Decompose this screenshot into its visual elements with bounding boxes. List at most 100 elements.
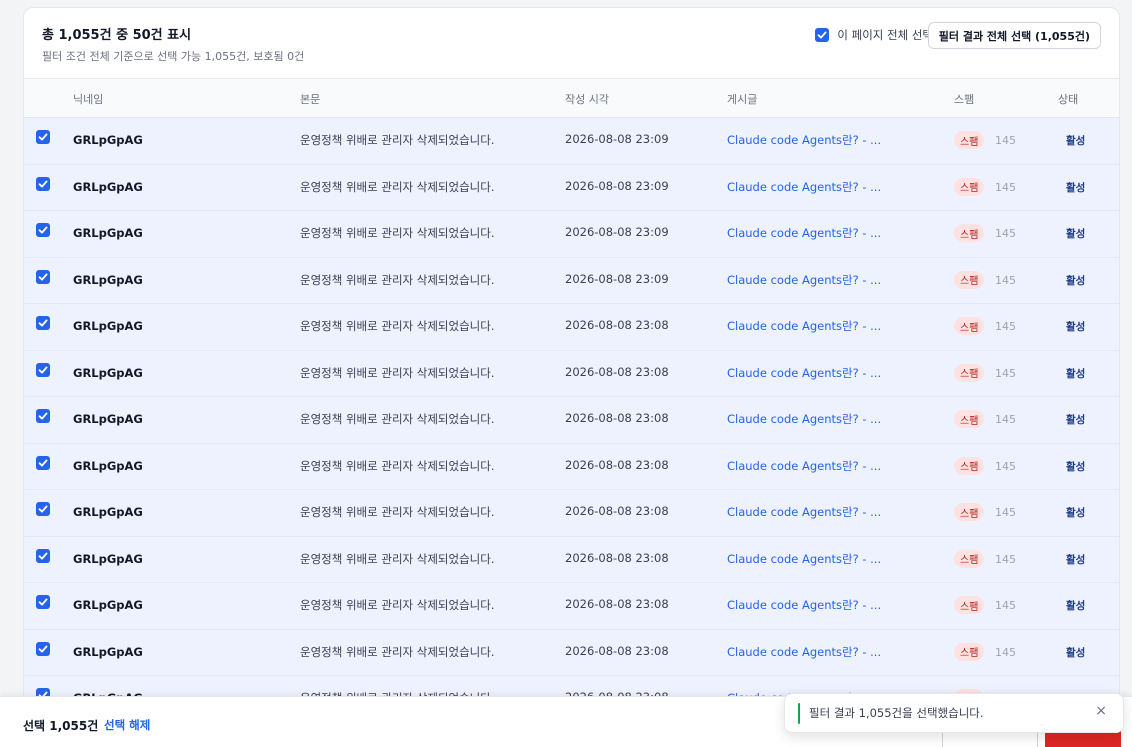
row-nickname: GRLpGpAG — [73, 458, 143, 473]
spam-score: 145 — [995, 180, 1016, 194]
row-time: 2026-08-08 23:08 — [565, 364, 669, 379]
row-post-link[interactable]: Claude code Agents란? - ... — [727, 644, 881, 660]
row-time: 2026-08-08 23:08 — [565, 550, 669, 565]
spam-badge: 스팸 — [954, 317, 985, 335]
spam-score: 145 — [995, 273, 1016, 287]
table-row[interactable]: GRLpGpAG 운영정책 위배로 관리자 삭제되었습니다. 2026-08-08 … — [24, 397, 1119, 444]
status-badge: 활성 — [1066, 181, 1086, 194]
page-select-all-checkbox[interactable]: 이 페이지 전체 선택 — [815, 27, 933, 43]
row-post-link[interactable]: Claude code Agents란? - ... — [727, 365, 881, 381]
spam-badge: 스팸 — [954, 410, 985, 428]
table-row[interactable]: GRLpGpAG 운영정책 위배로 관리자 삭제되었습니다. 2026-08-08 … — [24, 350, 1119, 397]
row-post-link[interactable]: Claude code Agents란? - ... — [727, 411, 881, 427]
row-body: 운영정책 위배로 관리자 삭제되었습니다. — [300, 272, 495, 287]
spam-score: 145 — [995, 552, 1016, 566]
table-row[interactable]: GRLpGpAG 운영정책 위배로 관리자 삭제되었습니다. 2026-08-08 … — [24, 164, 1119, 211]
row-body: 운영정책 위배로 관리자 삭제되었습니다. — [300, 412, 495, 426]
status-badge: 활성 — [1066, 553, 1086, 566]
checkbox-checked-icon[interactable] — [36, 595, 50, 609]
toast-notification: 필터 결과 1,055건을 선택했습니다. × — [784, 693, 1124, 733]
spam-score: 145 — [995, 320, 1016, 333]
row-nickname: GRLpGpAG — [73, 179, 143, 194]
column-header-body[interactable]: 본문 — [300, 91, 320, 107]
close-icon[interactable]: × — [1095, 704, 1107, 718]
status-badge: 활성 — [1066, 367, 1086, 380]
checkbox-checked-icon[interactable] — [36, 502, 50, 516]
row-body: 운영정책 위배로 관리자 삭제되었습니다. — [300, 319, 495, 333]
table-row[interactable]: GRLpGpAG 운영정책 위배로 관리자 삭제되었습니다. 2026-08-08 … — [24, 118, 1119, 165]
row-nickname: GRLpGpAG — [73, 319, 143, 333]
column-header-nickname[interactable]: 닉네임 — [73, 91, 103, 107]
clear-selection-button[interactable]: 선택 해제 — [104, 717, 150, 733]
select-all-results-button[interactable]: 필터 결과 전체 선택 (1,055건) — [927, 22, 1101, 49]
card-header: 총 1,055건 중 50건 표시 필터 조건 전체 기준으로 선택 가능 1,… — [24, 8, 1119, 79]
row-body: 운영정책 위배로 관리자 삭제되었습니다. — [300, 644, 495, 659]
spam-score: 145 — [995, 227, 1016, 240]
table-row[interactable]: GRLpGpAG 운영정책 위배로 관리자 삭제되었습니다. 2026-08-08 … — [24, 304, 1119, 351]
checkbox-checked-icon[interactable] — [36, 176, 50, 191]
column-header-spam[interactable]: 스팸 — [954, 91, 974, 107]
checkbox-checked-icon[interactable] — [815, 28, 830, 42]
row-body: 운영정책 위배로 관리자 삭제되었습니다. — [300, 505, 495, 519]
selected-count: 선택 1,055건 — [23, 719, 99, 733]
table-row[interactable]: GRLpGpAG 운영정책 위배로 관리자 삭제되었습니다. 2026-08-08 … — [24, 536, 1119, 583]
row-post-link[interactable]: Claude code Agents란? - ... — [727, 458, 881, 474]
row-nickname: GRLpGpAG — [73, 412, 143, 426]
checkbox-checked-icon[interactable] — [36, 548, 50, 563]
spam-badge: 스팸 — [954, 270, 985, 289]
row-time: 2026-08-08 23:08 — [565, 597, 669, 611]
column-header-time[interactable]: 작성 시각 — [565, 91, 609, 107]
checkbox-checked-icon[interactable] — [36, 269, 50, 284]
row-time: 2026-08-08 23:08 — [565, 643, 669, 658]
row-post-link[interactable]: Claude code Agents란? - ... — [727, 179, 881, 195]
spam-score: 145 — [995, 645, 1016, 659]
checkbox-checked-icon[interactable] — [36, 316, 50, 330]
table-row[interactable]: GRLpGpAG 운영정책 위배로 관리자 삭제되었습니다. 2026-08-08 … — [24, 583, 1119, 630]
row-body: 운영정책 위배로 관리자 삭제되었습니다. — [300, 598, 495, 612]
spam-score: 145 — [995, 599, 1016, 612]
row-nickname: GRLpGpAG — [73, 644, 143, 659]
page-select-all-label: 이 페이지 전체 선택 — [837, 28, 933, 42]
row-nickname: GRLpGpAG — [73, 598, 143, 612]
row-body: 운영정책 위배로 관리자 삭제되었습니다. — [300, 458, 495, 473]
status-badge: 활성 — [1066, 507, 1086, 519]
spam-score: 145 — [995, 459, 1016, 473]
table-row[interactable]: GRLpGpAG 운영정책 위배로 관리자 삭제되었습니다. 2026-08-08 … — [24, 629, 1119, 676]
row-nickname: GRLpGpAG — [73, 133, 143, 147]
table-row[interactable]: GRLpGpAG 운영정책 위배로 관리자 삭제되었습니다. 2026-08-08 … — [24, 211, 1119, 258]
table-row[interactable]: GRLpGpAG 운영정책 위배로 관리자 삭제되었습니다. 2026-08-08 … — [24, 443, 1119, 490]
checkbox-checked-icon[interactable] — [36, 409, 50, 423]
checkbox-checked-icon[interactable] — [36, 223, 50, 237]
row-post-link[interactable]: Claude code Agents란? - ... — [727, 318, 881, 334]
row-time: 2026-08-08 23:08 — [565, 411, 669, 425]
checkbox-checked-icon[interactable] — [36, 362, 50, 377]
spam-badge: 스팸 — [954, 131, 985, 149]
row-post-link[interactable]: Claude code Agents란? - ... — [727, 225, 881, 241]
row-post-link[interactable]: Claude code Agents란? - ... — [727, 504, 881, 520]
row-nickname: GRLpGpAG — [73, 272, 143, 287]
spam-badge: 스팸 — [954, 503, 985, 521]
checkbox-checked-icon[interactable] — [36, 455, 50, 470]
row-nickname: GRLpGpAG — [73, 505, 143, 519]
table-row[interactable]: GRLpGpAG 운영정책 위배로 관리자 삭제되었습니다. 2026-08-08 … — [24, 257, 1119, 304]
spam-score: 145 — [995, 134, 1016, 147]
row-time: 2026-08-08 23:08 — [565, 504, 669, 518]
row-post-link[interactable]: Claude code Agents란? - ... — [727, 597, 881, 613]
spam-score: 145 — [995, 366, 1016, 380]
row-time: 2026-08-08 23:09 — [565, 225, 669, 239]
status-badge: 활성 — [1066, 414, 1086, 426]
row-time: 2026-08-08 23:09 — [565, 271, 669, 286]
spam-badge: 스팸 — [954, 177, 985, 196]
row-post-link[interactable]: Claude code Agents란? - ... — [727, 272, 881, 288]
row-nickname: GRLpGpAG — [73, 226, 143, 240]
checkbox-checked-icon[interactable] — [36, 641, 50, 656]
spam-badge: 스팸 — [954, 363, 985, 382]
row-post-link[interactable]: Claude code Agents란? - ... — [727, 551, 881, 567]
column-header-status[interactable]: 상태 — [1058, 91, 1078, 107]
checkbox-checked-icon[interactable] — [36, 130, 50, 144]
row-body: 운영정책 위배로 관리자 삭제되었습니다. — [300, 226, 495, 240]
table-row[interactable]: GRLpGpAG 운영정책 위배로 관리자 삭제되었습니다. 2026-08-08 … — [24, 490, 1119, 537]
row-body: 운영정책 위배로 관리자 삭제되었습니다. — [300, 133, 495, 147]
column-header-post[interactable]: 게시글 — [727, 91, 757, 107]
row-post-link[interactable]: Claude code Agents란? - ... — [727, 132, 881, 148]
